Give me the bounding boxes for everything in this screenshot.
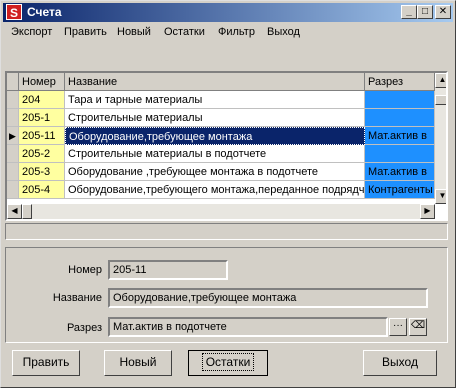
close-button[interactable]: ✕ (435, 5, 451, 19)
cell-razrez[interactable] (365, 145, 435, 163)
menu-balances[interactable]: Остатки (164, 26, 205, 38)
cell-razrez[interactable] (365, 91, 435, 109)
menu-new[interactable]: Новый (117, 26, 151, 38)
balances-button-label: Остатки (201, 353, 255, 371)
menu-edit[interactable]: Править (64, 26, 107, 38)
accounts-window: S Счета _ □ ✕ Экспорт Править Новый Оста… (0, 0, 456, 388)
maximize-button[interactable]: □ (417, 5, 433, 19)
cell-name[interactable]: Оборудование,требующее монтажа (65, 127, 365, 145)
exit-button[interactable]: Выход (363, 350, 437, 376)
cell-razrez[interactable]: Мат.актив в (365, 127, 435, 145)
cell-name[interactable]: Оборудование,требующего монтажа,переданн… (65, 181, 365, 199)
scroll-up-icon[interactable]: ▲ (435, 73, 446, 88)
scroll-thumb-horizontal[interactable] (22, 204, 32, 219)
name-label: Название (52, 292, 102, 304)
cell-razrez[interactable] (365, 109, 435, 127)
cell-name[interactable]: Оборудование ,требующее монтажа в подотч… (65, 163, 365, 181)
row-indicator (7, 163, 19, 181)
razrez-label: Разрез (66, 322, 102, 334)
cell-number[interactable]: 204 (19, 91, 65, 109)
status-bar (5, 223, 448, 240)
edit-button[interactable]: Править (12, 350, 80, 376)
cell-name[interactable]: Тара и тарные материалы (65, 91, 365, 109)
row-indicator (7, 181, 19, 199)
app-icon: S (6, 4, 22, 20)
cell-number[interactable]: 205-3 (19, 163, 65, 181)
new-button[interactable]: Новый (104, 350, 172, 376)
cell-number[interactable]: 205-4 (19, 181, 65, 199)
scroll-right-icon[interactable]: ▶ (420, 204, 435, 219)
menu-exit[interactable]: Выход (267, 26, 300, 38)
header-indicator-cell (7, 73, 19, 91)
scroll-thumb-vertical[interactable] (435, 95, 446, 105)
number-label: Номер (68, 264, 102, 276)
column-header-number[interactable]: Номер (19, 73, 65, 91)
menu-bar: Экспорт Править Новый Остатки Фильтр Вых… (3, 23, 453, 42)
detail-panel: Номер 205-11 Название Оборудование,требу… (5, 247, 448, 343)
scroll-left-icon[interactable]: ◀ (7, 204, 22, 219)
title-bar: S Счета _ □ ✕ (3, 3, 453, 22)
cell-razrez[interactable]: Мат.актив в (365, 163, 435, 181)
vertical-scrollbar[interactable]: ▲ ▼ (435, 73, 446, 204)
cell-number[interactable]: 205-11 (19, 127, 65, 145)
name-field[interactable]: Оборудование,требующее монтажа (108, 288, 428, 308)
minimize-button[interactable]: _ (401, 5, 417, 19)
horizontal-scrollbar[interactable]: ◀ ▶ (7, 204, 435, 219)
window-title: Счета (27, 5, 62, 19)
balances-button[interactable]: Остатки (188, 350, 268, 376)
number-field[interactable]: 205-11 (108, 260, 228, 280)
menu-export[interactable]: Экспорт (11, 26, 52, 38)
cell-number[interactable]: 205-2 (19, 145, 65, 163)
current-row-arrow-icon: ▶ (7, 127, 19, 145)
column-header-razrez[interactable]: Разрез (365, 73, 435, 91)
accounts-grid[interactable]: Номер Название Разрез 204 Тара и тарные … (5, 71, 448, 221)
menu-filter[interactable]: Фильтр (218, 26, 255, 38)
row-indicator (7, 109, 19, 127)
razrez-field[interactable]: Мат.актив в подотчете (108, 317, 388, 337)
browse-button[interactable]: ··· (389, 318, 407, 336)
row-indicator (7, 145, 19, 163)
cell-number[interactable]: 205-1 (19, 109, 65, 127)
cell-name[interactable]: Строительные материалы в подотчете (65, 145, 365, 163)
cell-razrez[interactable]: Контрагенты (365, 181, 435, 199)
cell-name[interactable]: Строительные материалы (65, 109, 365, 127)
row-indicator (7, 91, 19, 109)
scroll-down-icon[interactable]: ▼ (435, 189, 446, 204)
clear-eraser-icon[interactable]: ⌫ (409, 318, 427, 336)
column-header-name[interactable]: Название (65, 73, 365, 91)
